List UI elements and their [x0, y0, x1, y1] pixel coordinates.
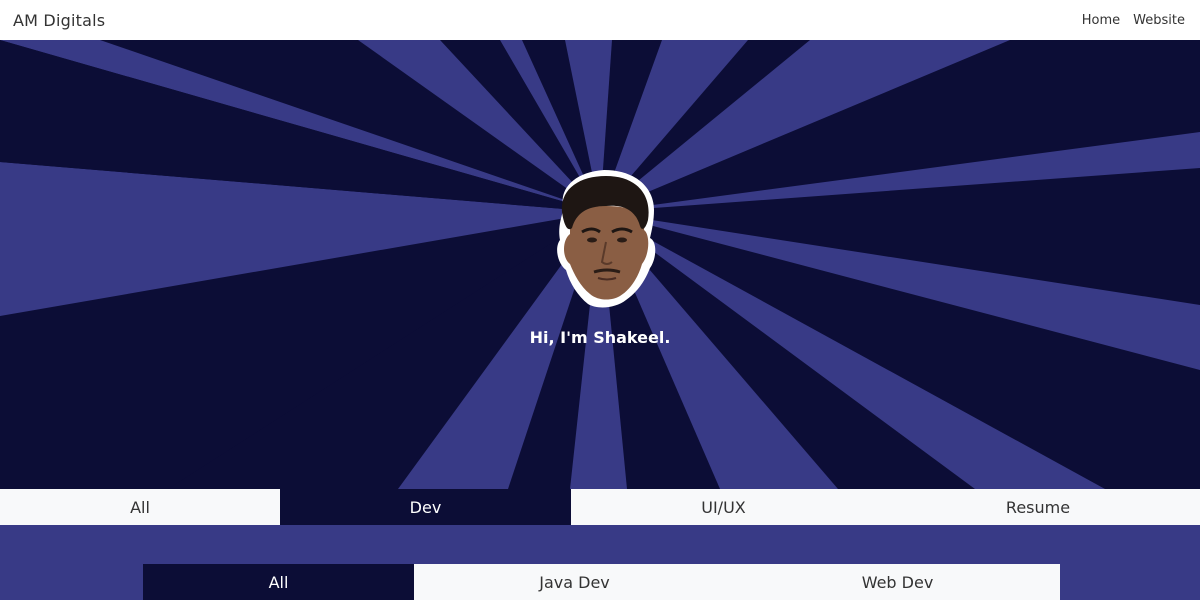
- subtab-web-dev[interactable]: Web Dev: [735, 564, 1060, 600]
- nav-link-home[interactable]: Home: [1082, 13, 1120, 28]
- subtab-all[interactable]: All: [143, 564, 414, 600]
- main-tab-bar: All Dev UI/UX Resume: [0, 489, 1200, 525]
- sub-tab-bar: All Java Dev Web Dev: [143, 564, 1060, 600]
- navbar: AM Digitals Home Website: [0, 0, 1200, 40]
- dev-section: All Java Dev Web Dev: [0, 525, 1200, 600]
- subtab-java-dev[interactable]: Java Dev: [414, 564, 735, 600]
- brand-link[interactable]: AM Digitals: [13, 11, 105, 30]
- tab-all[interactable]: All: [0, 489, 280, 525]
- tab-ui-ux[interactable]: UI/UX: [571, 489, 876, 525]
- tab-dev[interactable]: Dev: [280, 489, 571, 525]
- nav-link-website[interactable]: Website: [1133, 13, 1185, 28]
- hero-banner: Hi, I'm Shakeel.: [0, 40, 1200, 489]
- tab-resume[interactable]: Resume: [876, 489, 1200, 525]
- hero-greeting: Hi, I'm Shakeel.: [529, 328, 671, 347]
- nav-links: Home Website: [1082, 13, 1187, 28]
- profile-photo-icon: [557, 170, 656, 308]
